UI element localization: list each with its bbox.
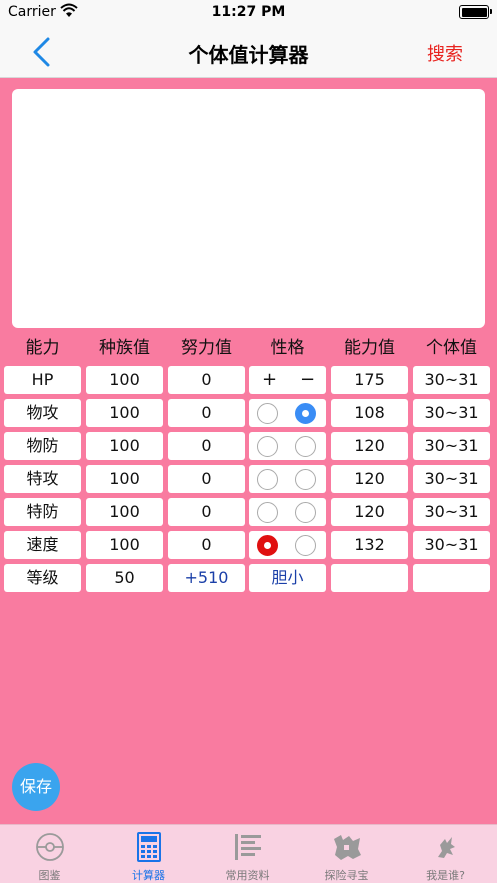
nature-minus-radio[interactable] (295, 469, 316, 490)
nature-selector (249, 432, 326, 460)
ev-input[interactable]: 0 (168, 531, 245, 559)
iv-result: 30~31 (413, 399, 490, 427)
header-base: 种族值 (99, 338, 150, 358)
stat-value-input[interactable]: 120 (331, 498, 408, 526)
iv-result: 30~31 (413, 366, 490, 394)
level-input[interactable]: 50 (86, 564, 163, 592)
map-icon (334, 835, 361, 860)
nature-plus-minus: + − (249, 366, 326, 394)
nature-selector (249, 498, 326, 526)
search-button[interactable]: 搜索 (427, 40, 463, 66)
clock: 11:27 PM (211, 4, 286, 20)
nature-plus-radio[interactable] (257, 502, 278, 523)
iv-result: 30~31 (413, 498, 490, 526)
nature-minus-radio[interactable] (295, 436, 316, 457)
header-iv: 个体值 (426, 338, 477, 358)
stat-value-input[interactable]: 108 (331, 399, 408, 427)
tab-label: 探险寻宝 (324, 869, 369, 882)
header-nature: 性格 (270, 338, 305, 358)
iv-result: 30~31 (413, 531, 490, 559)
nature-name-button[interactable]: 胆小 (249, 564, 326, 592)
base-stat-input[interactable]: 100 (86, 531, 163, 559)
status-bar: Carrier 11:27 PM (0, 0, 497, 26)
tab-reference[interactable]: 常用资料 (198, 825, 297, 883)
level-label: 等级 (4, 564, 81, 592)
header-value: 能力值 (344, 338, 395, 358)
stat-label: 物防 (4, 432, 81, 460)
stat-label: 物攻 (4, 399, 81, 427)
iv-result: 30~31 (413, 432, 490, 460)
tab-whoami[interactable]: 我是谁? (396, 825, 495, 883)
tab-label: 常用资料 (225, 869, 270, 882)
tab-calculator[interactable]: 计算器 (99, 825, 198, 883)
stat-value-input[interactable]: 120 (331, 465, 408, 493)
tab-treasure[interactable]: 探险寻宝 (297, 825, 396, 883)
empty-cell (413, 564, 490, 592)
ev-input[interactable]: 0 (168, 498, 245, 526)
header-ev: 努力值 (181, 338, 232, 358)
nature-plus-radio[interactable] (257, 469, 278, 490)
silhouette-icon (438, 837, 455, 858)
base-stat-input[interactable]: 100 (86, 498, 163, 526)
ev-input[interactable]: 0 (168, 366, 245, 394)
stat-value-input[interactable]: 120 (331, 432, 408, 460)
iv-result: 30~31 (413, 465, 490, 493)
list-icon (235, 834, 261, 860)
ev-input[interactable]: 0 (168, 399, 245, 427)
nature-plus-radio[interactable] (257, 403, 278, 424)
ev-input[interactable]: 0 (168, 432, 245, 460)
stat-label: 特防 (4, 498, 81, 526)
nature-plus-radio[interactable] (257, 436, 278, 457)
base-stat-input[interactable]: 100 (86, 366, 163, 394)
tab-label: 图鉴 (38, 869, 61, 882)
nature-selector (249, 531, 326, 559)
nature-minus-radio[interactable] (295, 502, 316, 523)
nature-minus-radio[interactable] (295, 403, 316, 424)
save-button[interactable]: 保存 (12, 763, 60, 811)
battery-icon (459, 5, 492, 19)
stat-label: HP (4, 366, 81, 394)
tab-label: 我是谁? (426, 869, 465, 882)
pokeball-icon (36, 833, 64, 861)
base-stat-input[interactable]: 100 (86, 432, 163, 460)
tab-bar: 图鉴 计算器 常用资料 探险寻宝 我是谁? (0, 824, 497, 883)
minus-label: − (300, 369, 316, 390)
nature-selector (249, 465, 326, 493)
calculator-icon (137, 832, 161, 862)
ev-input[interactable]: 0 (168, 465, 245, 493)
stat-value-input[interactable]: 132 (331, 531, 408, 559)
stat-label: 特攻 (4, 465, 81, 493)
nature-selector (249, 399, 326, 427)
tab-label: 计算器 (132, 869, 165, 882)
header-stat: 能力 (25, 338, 60, 358)
stat-label: 速度 (4, 531, 81, 559)
result-display-area (12, 89, 485, 328)
stat-value-input[interactable]: 175 (331, 366, 408, 394)
ev-total: +510 (168, 564, 245, 592)
empty-cell (331, 564, 408, 592)
nature-plus-radio[interactable] (257, 535, 278, 556)
plus-label: + (262, 369, 278, 390)
base-stat-input[interactable]: 100 (86, 465, 163, 493)
page-title: 个体值计算器 (188, 43, 309, 67)
nature-minus-radio[interactable] (295, 535, 316, 556)
navigation-bar: 个体值计算器 搜索 (0, 26, 497, 78)
base-stat-input[interactable]: 100 (86, 399, 163, 427)
tab-pokedex[interactable]: 图鉴 (0, 825, 99, 883)
